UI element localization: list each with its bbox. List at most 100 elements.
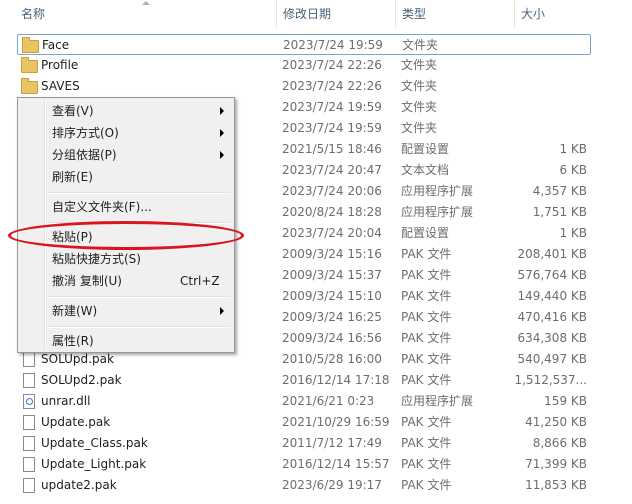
file-size: 1,751 KB xyxy=(532,205,587,219)
file-date: 2023/7/24 22:26 xyxy=(282,79,382,93)
column-type-header[interactable]: 类型 xyxy=(402,0,426,28)
menu-item-label: 分组依据(P) xyxy=(52,148,117,162)
file-type: PAK 文件 xyxy=(401,352,452,366)
file-row[interactable]: SAVES 2023/7/24 22:26 文件夹 xyxy=(17,76,591,97)
file-type: PAK 文件 xyxy=(401,331,452,345)
menu-item[interactable]: 属性(R) xyxy=(20,330,232,352)
column-divider[interactable] xyxy=(514,0,515,28)
menu-item-label: 撤消 复制(U) xyxy=(52,274,122,288)
file-type: 文件夹 xyxy=(402,38,439,52)
menu-item-label: 自定义文件夹(F)... xyxy=(52,200,152,214)
column-name-header[interactable]: 名称 xyxy=(21,0,45,28)
folder-icon xyxy=(22,37,39,53)
file-date: 2016/12/14 15:57 xyxy=(282,457,390,471)
file-date: 2023/7/24 19:59 xyxy=(282,100,382,114)
file-type: PAK 文件 xyxy=(401,457,452,471)
file-date: 2023/6/29 19:17 xyxy=(282,478,382,492)
file-date: 2021/6/21 0:23 xyxy=(282,394,375,408)
menu-item-label: 查看(V) xyxy=(52,104,94,118)
menu-item[interactable]: 查看(V) xyxy=(20,100,232,122)
file-row[interactable]: Face 2023/7/24 19:59 文件夹 xyxy=(17,34,591,55)
folder-icon xyxy=(21,78,38,94)
menu-item[interactable]: 粘贴快捷方式(S) xyxy=(20,248,232,270)
file-name: Update.pak xyxy=(41,415,111,429)
file-row[interactable]: SOLUpd2.pak 2016/12/14 17:18 PAK 文件 1,512,5… xyxy=(17,370,591,391)
file-date: 2023/7/24 19:59 xyxy=(283,38,383,52)
menu-item-label: 排序方式(O) xyxy=(52,126,119,140)
file-type: PAK 文件 xyxy=(401,373,452,387)
file-name: Update_Light.pak xyxy=(41,457,147,471)
file-size: 8,866 KB xyxy=(532,436,587,450)
menu-item[interactable]: 自定义文件夹(F)... xyxy=(20,196,232,218)
file-date: 2009/3/24 16:56 xyxy=(282,331,382,345)
file-icon xyxy=(21,352,37,367)
file-size: 634,308 KB xyxy=(517,331,587,345)
file-type: 文本文档 xyxy=(401,163,450,177)
menu-item[interactable]: 排序方式(O) xyxy=(20,122,232,144)
file-date: 2021/5/15 18:46 xyxy=(282,142,382,156)
file-type: PAK 文件 xyxy=(401,436,452,450)
file-date: 2009/3/24 15:10 xyxy=(282,289,382,303)
file-type: PAK 文件 xyxy=(401,268,452,282)
file-row[interactable]: unrar.dll 2021/6/21 0:23 应用程序扩展 159 KB xyxy=(17,391,591,412)
submenu-arrow-icon xyxy=(220,107,224,115)
file-date: 2011/7/12 17:49 xyxy=(282,436,382,450)
menu-item[interactable]: 刷新(E) xyxy=(20,166,232,188)
file-row[interactable]: update2.pak 2023/6/29 19:17 PAK 文件 11,853 K… xyxy=(17,475,591,496)
file-name: SOLUpd2.pak xyxy=(41,373,122,387)
column-date-header[interactable]: 修改日期 xyxy=(283,0,331,28)
file-row[interactable]: Update_Light.pak 2016/12/14 15:57 PAK 文件 71… xyxy=(17,454,591,475)
file-type: PAK 文件 xyxy=(401,478,452,492)
submenu-arrow-icon xyxy=(220,307,224,315)
file-size: 41,250 KB xyxy=(525,415,587,429)
file-type: 应用程序扩展 xyxy=(401,184,474,198)
file-date: 2023/7/24 20:47 xyxy=(282,163,382,177)
menu-item-shortcut: Ctrl+Z xyxy=(180,274,220,288)
file-date: 2021/10/29 16:59 xyxy=(282,415,390,429)
submenu-arrow-icon xyxy=(220,129,224,137)
file-type: 配置设置 xyxy=(401,226,450,240)
file-row[interactable]: Update.pak 2021/10/29 16:59 PAK 文件 41,250 K… xyxy=(17,412,591,433)
file-size: 4,357 KB xyxy=(532,184,587,198)
column-divider[interactable] xyxy=(395,0,396,28)
file-size: 6 KB xyxy=(559,163,587,177)
file-row[interactable]: Update_Class.pak 2011/7/12 17:49 PAK 文件 8,8… xyxy=(17,433,591,454)
file-size: 576,764 KB xyxy=(517,268,587,282)
file-date: 2016/12/14 17:18 xyxy=(282,373,390,387)
menu-item-label: 新建(W) xyxy=(52,304,98,318)
file-size: 11,853 KB xyxy=(525,478,587,492)
paste-highlight-annotation xyxy=(8,221,244,250)
file-icon xyxy=(21,373,37,388)
column-divider[interactable] xyxy=(276,0,277,28)
file-name: Profile xyxy=(41,58,79,72)
menu-item[interactable]: 分组依据(P) xyxy=(20,144,232,166)
file-size: 149,440 KB xyxy=(517,289,587,303)
file-name: Update_Class.pak xyxy=(41,436,148,450)
file-type: 应用程序扩展 xyxy=(401,394,474,408)
menu-item-label: 属性(R) xyxy=(52,334,94,348)
dll-file-icon xyxy=(21,394,37,409)
menu-separator xyxy=(48,296,230,298)
menu-item[interactable]: 撤消 复制(U) Ctrl+Z xyxy=(20,270,232,292)
file-date: 2009/3/24 15:16 xyxy=(282,247,382,261)
menu-separator xyxy=(48,326,230,328)
sort-ascending-icon xyxy=(142,1,150,5)
file-date: 2023/7/24 19:59 xyxy=(282,121,382,135)
column-size-header[interactable]: 大小 xyxy=(521,0,545,28)
file-type: PAK 文件 xyxy=(401,415,452,429)
file-type: PAK 文件 xyxy=(401,310,452,324)
menu-item-label: 粘贴快捷方式(S) xyxy=(52,252,141,266)
file-size: 1,512,537... xyxy=(514,373,587,387)
file-date: 2010/5/28 16:00 xyxy=(282,352,382,366)
file-row[interactable]: Profile 2023/7/24 22:26 文件夹 xyxy=(17,55,591,76)
menu-separator xyxy=(48,192,230,194)
file-type: 文件夹 xyxy=(401,79,438,93)
menu-item[interactable]: 新建(W) xyxy=(20,300,232,322)
menu-item-label: 刷新(E) xyxy=(52,170,93,184)
file-size: 208,401 KB xyxy=(517,247,587,261)
file-size: 470,416 KB xyxy=(517,310,587,324)
file-date: 2023/7/24 20:06 xyxy=(282,184,382,198)
file-name: update2.pak xyxy=(41,478,117,492)
file-date: 2009/3/24 15:37 xyxy=(282,268,382,282)
file-name: SAVES xyxy=(41,79,80,93)
